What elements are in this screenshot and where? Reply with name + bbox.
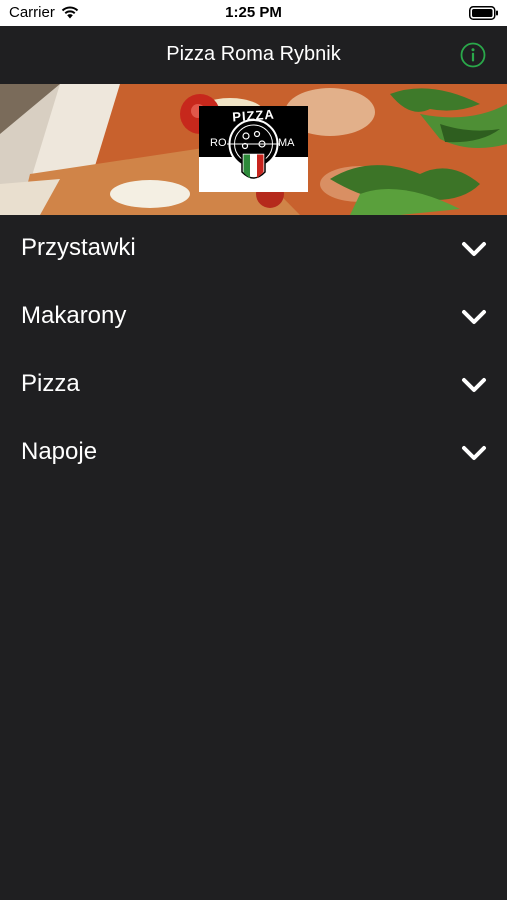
logo-text-right: MA xyxy=(278,137,295,149)
info-circle-icon[interactable] xyxy=(460,42,486,68)
chevron-down-icon[interactable] xyxy=(461,444,487,462)
pizza-roma-logo: PIZZA RO MA xyxy=(199,106,308,192)
battery-icon xyxy=(469,6,498,20)
chevron-down-icon[interactable] xyxy=(461,376,487,394)
menu-category-label: Pizza xyxy=(21,370,80,397)
chevron-down-icon[interactable] xyxy=(461,308,487,326)
status-time: 1:25 PM xyxy=(225,4,282,21)
menu-category-list: Przystawki Makarony Pizza Napoje xyxy=(0,215,507,487)
hero-banner: PIZZA RO MA xyxy=(0,84,507,215)
menu-category-label: Makarony xyxy=(21,302,127,329)
menu-category-label: Napoje xyxy=(21,438,98,465)
menu-category-makarony[interactable]: Makarony xyxy=(0,283,507,351)
chevron-down-icon[interactable] xyxy=(461,240,487,258)
menu-category-pizza[interactable]: Pizza xyxy=(0,351,507,419)
logo-text-left: RO xyxy=(210,137,227,149)
status-bar: Carrier 1:25 PM xyxy=(0,0,507,26)
navigation-bar: Pizza Roma Rybnik xyxy=(0,26,507,84)
page-title: Pizza Roma Rybnik xyxy=(166,43,341,65)
menu-category-label: Przystawki xyxy=(21,234,136,261)
menu-category-przystawki[interactable]: Przystawki xyxy=(0,215,507,283)
menu-category-napoje[interactable]: Napoje xyxy=(0,419,507,487)
